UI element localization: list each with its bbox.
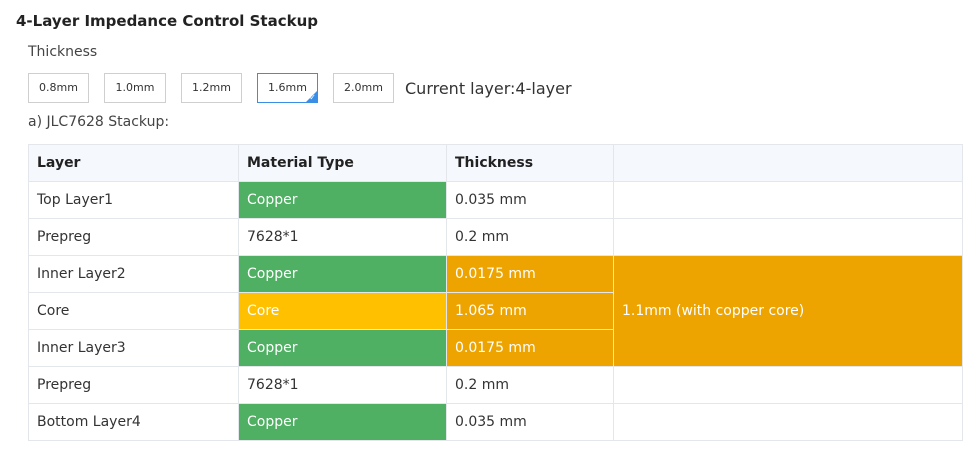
table-row: Bottom Layer4 Copper 0.035 mm	[28, 403, 963, 441]
thickness-cell: 0.2 mm	[446, 366, 614, 404]
material-cell: Core	[238, 292, 447, 330]
note-cell	[613, 181, 963, 219]
thickness-cell: 0.2 mm	[446, 218, 614, 256]
thickness-option-label: 1.0mm	[115, 81, 155, 94]
thickness-options: 0.8mm 1.0mm 1.2mm 1.6mm ✓ 2.0mm Current …	[28, 73, 572, 103]
current-layer-text: Current layer:4-layer	[405, 78, 572, 98]
layer-cell: Top Layer1	[28, 181, 239, 219]
merged-note-cell: 1.1mm (with copper core)	[613, 255, 963, 367]
thickness-option-label: 1.2mm	[192, 81, 231, 94]
page: 4-Layer Impedance Control Stackup Thickn…	[0, 0, 974, 457]
thickness-option-1-2mm[interactable]: 1.2mm	[181, 73, 242, 103]
note-cell	[613, 218, 963, 256]
thickness-option-label: 2.0mm	[344, 81, 383, 94]
material-cell: Copper	[238, 181, 447, 219]
page-title: 4-Layer Impedance Control Stackup	[16, 12, 319, 30]
header-notes	[613, 144, 963, 182]
thickness-option-2-0mm[interactable]: 2.0mm	[333, 73, 394, 103]
material-cell: Copper	[238, 255, 447, 293]
thickness-cell: 0.0175 mm	[446, 255, 614, 293]
layer-cell: Prepreg	[28, 366, 239, 404]
material-cell: Copper	[238, 329, 447, 367]
layer-cell: Core	[28, 292, 239, 330]
material-cell: Copper	[238, 403, 447, 441]
thickness-label: Thickness	[28, 44, 98, 60]
thickness-cell: 0.0175 mm	[446, 329, 614, 367]
material-cell: 7628*1	[238, 366, 447, 404]
table-header-row: Layer Material Type Thickness	[28, 144, 963, 182]
material-cell: 7628*1	[238, 218, 447, 256]
header-material-type: Material Type	[238, 144, 447, 182]
thickness-option-label: 1.6mm	[268, 81, 307, 94]
thickness-cell: 1.065 mm	[446, 292, 614, 330]
table-row: Prepreg 7628*1 0.2 mm	[28, 366, 963, 404]
note-cell	[613, 366, 963, 404]
stackup-label: a) JLC7628 Stackup:	[28, 114, 170, 130]
thickness-option-label: 0.8mm	[39, 81, 78, 94]
header-thickness: Thickness	[446, 144, 614, 182]
stackup-table-container: Layer Material Type Thickness Top Layer1…	[28, 144, 963, 441]
layer-cell: Inner Layer2	[28, 255, 239, 293]
note-cell	[613, 403, 963, 441]
layer-cell: Inner Layer3	[28, 329, 239, 367]
thickness-option-1-0mm[interactable]: 1.0mm	[104, 73, 166, 103]
table-row: Top Layer1 Copper 0.035 mm	[28, 181, 963, 219]
layer-cell: Prepreg	[28, 218, 239, 256]
table-row: Inner Layer2 Copper 0.0175 mm 1.1mm (wit…	[28, 255, 963, 367]
thickness-cell: 0.035 mm	[446, 181, 614, 219]
layer-cell: Bottom Layer4	[28, 403, 239, 441]
table-row: Prepreg 7628*1 0.2 mm	[28, 218, 963, 256]
thickness-option-1-6mm[interactable]: 1.6mm ✓	[257, 73, 318, 103]
thickness-cell: 0.035 mm	[446, 403, 614, 441]
header-layer: Layer	[28, 144, 239, 182]
thickness-option-0-8mm[interactable]: 0.8mm	[28, 73, 89, 103]
checkmark-icon: ✓	[309, 93, 316, 102]
stackup-table: Layer Material Type Thickness Top Layer1…	[28, 144, 963, 441]
